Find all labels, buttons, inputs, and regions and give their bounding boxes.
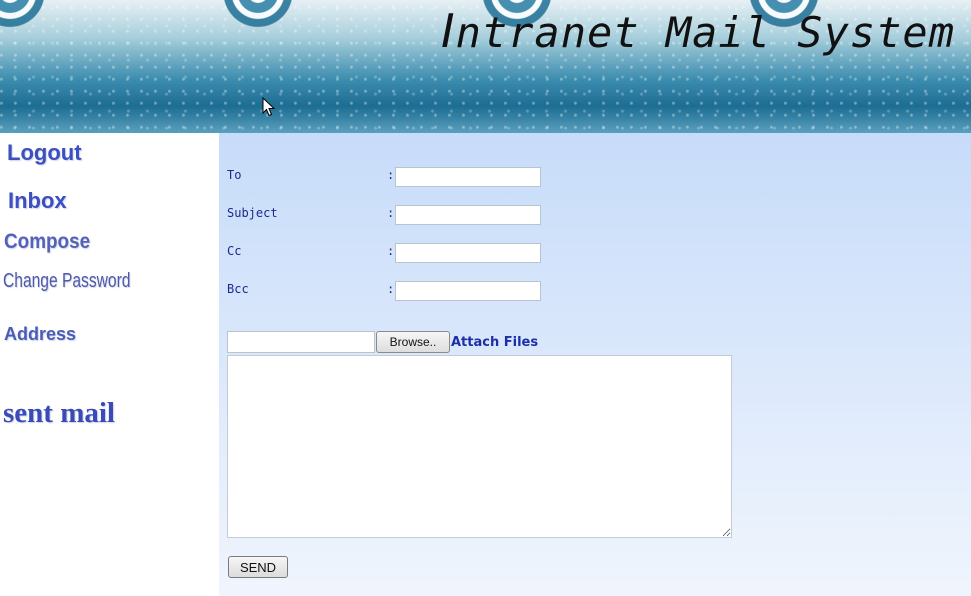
sidebar-item-logout[interactable]: Logout bbox=[7, 140, 82, 166]
sidebar-item-address[interactable]: Address bbox=[4, 324, 76, 345]
app-title: Intranet Mail System bbox=[441, 4, 955, 58]
mouse-cursor-icon bbox=[262, 96, 276, 117]
cc-separator: : bbox=[387, 244, 395, 258]
bcc-field[interactable] bbox=[395, 281, 541, 301]
message-body-textarea[interactable] bbox=[227, 355, 732, 538]
subject-separator: : bbox=[387, 206, 395, 220]
browse-button[interactable]: Browse.. bbox=[376, 331, 450, 353]
sidebar-item-inbox[interactable]: Inbox bbox=[8, 188, 67, 214]
cc-field[interactable] bbox=[395, 243, 541, 263]
header-banner: Intranet Mail System bbox=[0, 0, 971, 133]
banner-ornament bbox=[0, 0, 50, 32]
subject-label: Subject bbox=[227, 206, 278, 220]
attach-files-label: Attach Files bbox=[451, 335, 539, 350]
bcc-label: Bcc bbox=[227, 282, 249, 296]
cc-label: Cc bbox=[227, 244, 242, 258]
compose-panel: To : Subject : Cc : Bcc : Browse.. Attac… bbox=[219, 133, 971, 596]
sidebar-item-change-password[interactable]: Change Password bbox=[3, 270, 130, 293]
app-title-rest: ntranet Mail System bbox=[455, 8, 955, 57]
bcc-separator: : bbox=[387, 282, 395, 296]
to-field[interactable] bbox=[395, 167, 541, 187]
send-button[interactable]: SEND bbox=[228, 556, 288, 578]
subject-field[interactable] bbox=[395, 205, 541, 225]
sidebar-nav: Logout Inbox Compose Change Password Add… bbox=[0, 133, 219, 596]
app-title-initial: I bbox=[440, 4, 456, 58]
to-label: To bbox=[227, 168, 242, 182]
attachment-path-field[interactable] bbox=[227, 331, 375, 353]
mail-page: Intranet Mail System Logout Inbox Compos… bbox=[0, 0, 971, 596]
to-separator: : bbox=[387, 168, 395, 182]
sidebar-item-compose[interactable]: Compose bbox=[4, 230, 90, 254]
banner-ornament bbox=[218, 0, 298, 32]
sidebar-item-sent-mail[interactable]: sent mail bbox=[3, 397, 115, 430]
